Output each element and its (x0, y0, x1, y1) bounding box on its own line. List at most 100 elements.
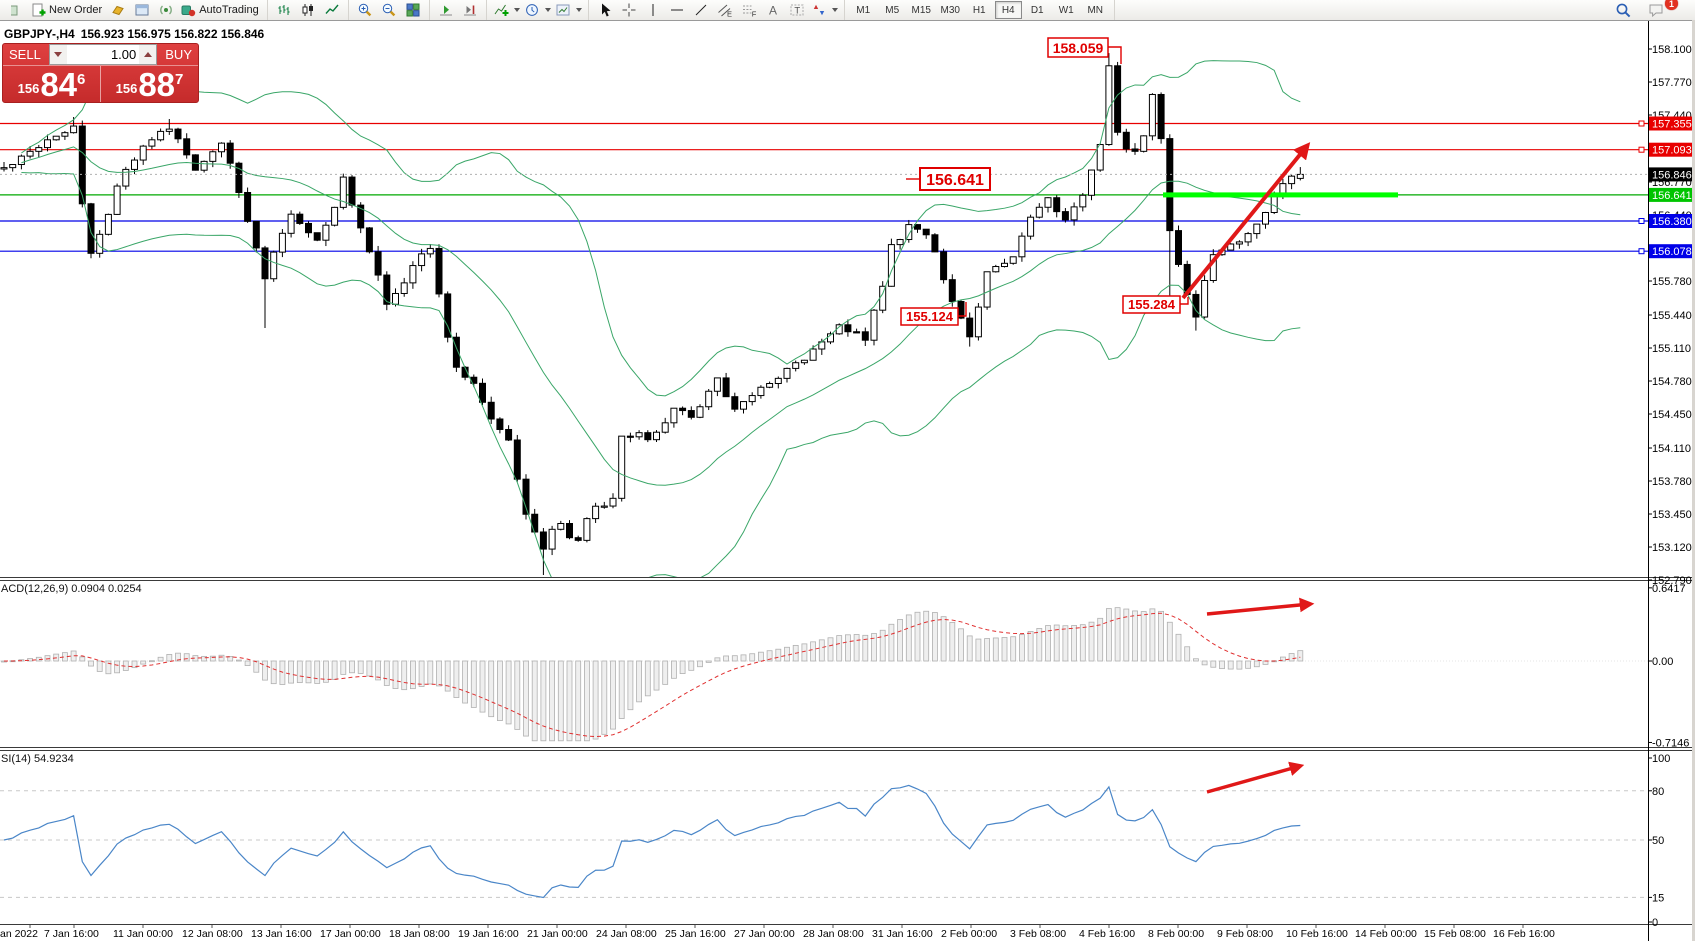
auto-scroll-button[interactable] (434, 1, 458, 19)
toolbar-group-chart-type (268, 0, 349, 20)
timeframe-m1[interactable]: M1 (850, 1, 877, 19)
svg-text:13 Jan 16:00: 13 Jan 16:00 (251, 928, 312, 940)
candlestick-chart-button[interactable] (296, 1, 320, 19)
buy-price[interactable]: 156887 (101, 66, 198, 102)
trend-arrow-macd[interactable] (1207, 604, 1310, 614)
timeframe-d1[interactable]: D1 (1024, 1, 1051, 19)
chart-shift-button[interactable] (458, 1, 482, 19)
triangle-down-icon (54, 52, 62, 57)
timeframe-m30[interactable]: M30 (937, 1, 964, 19)
rsi-levels (0, 791, 1648, 898)
auto-scroll-icon (438, 2, 454, 18)
hline-marker[interactable] (1639, 121, 1644, 126)
svg-text:27 Jan 00:00: 27 Jan 00:00 (734, 928, 795, 940)
templates-button[interactable] (553, 1, 584, 19)
svg-text:156.846: 156.846 (1652, 169, 1692, 181)
toolbar-right: 1 (1611, 1, 1695, 19)
terminal-icon (134, 2, 150, 18)
toolbar-group-zoom (349, 0, 430, 20)
svg-text:154.780: 154.780 (1652, 376, 1692, 388)
trend-arrow-main[interactable] (1183, 146, 1307, 298)
trade-panel-price-row: 156846 156887 (3, 65, 198, 102)
timeframe-m5[interactable]: M5 (879, 1, 906, 19)
svg-text:19 Jan 16:00: 19 Jan 16:00 (458, 928, 519, 940)
svg-text:158.100: 158.100 (1652, 44, 1692, 56)
line-chart-button[interactable] (320, 1, 344, 19)
channel-tool-button[interactable]: E (713, 1, 737, 19)
volume-input[interactable] (67, 45, 139, 64)
trendline-tool-button[interactable] (689, 1, 713, 19)
macd-histogram (0, 608, 1648, 741)
bar-chart-button[interactable] (272, 1, 296, 19)
volume-increase-button[interactable] (139, 45, 156, 64)
text-label-icon: T (789, 2, 805, 18)
autotrading-icon (180, 2, 196, 18)
svg-text:0.00: 0.00 (1652, 656, 1673, 668)
svg-text:3 Feb 08:00: 3 Feb 08:00 (1010, 928, 1066, 940)
svg-text:28 Jan 08:00: 28 Jan 08:00 (803, 928, 864, 940)
text-tool-button[interactable]: A (761, 1, 785, 19)
timeframe-h1[interactable]: H1 (966, 1, 993, 19)
vertical-line-tool-button[interactable] (641, 1, 665, 19)
toolbar-group-indicators (487, 0, 589, 20)
trend-arrows (1183, 146, 1310, 792)
svg-text:155.780: 155.780 (1652, 276, 1692, 288)
market-watch-icon (11, 2, 21, 18)
new-order-button[interactable]: New Order (28, 1, 106, 19)
crosshair-tool-button[interactable] (617, 1, 641, 19)
clock-icon (524, 2, 540, 18)
svg-text:157.355: 157.355 (1652, 119, 1692, 131)
sell-price[interactable]: 156846 (3, 66, 101, 102)
volume-decrease-button[interactable] (50, 45, 67, 64)
timeframe-m15[interactable]: M15 (908, 1, 935, 19)
svg-text:31 Jan 16:00: 31 Jan 16:00 (872, 928, 933, 940)
sell-button[interactable]: SELL (3, 44, 47, 65)
svg-text:24 Jan 08:00: 24 Jan 08:00 (596, 928, 657, 940)
svg-text:153.120: 153.120 (1652, 542, 1692, 554)
horizontal-lines (0, 121, 1648, 254)
toolbar-group-scroll (430, 0, 487, 20)
terminal-button[interactable] (130, 1, 154, 19)
crosshair-icon (621, 2, 637, 18)
indicators-button[interactable] (491, 1, 522, 19)
svg-text:25 Jan 16:00: 25 Jan 16:00 (665, 928, 726, 940)
zoom-out-icon (381, 2, 397, 18)
macd-indicator-label: ACD(12,26,9) 0.0904 0.0254 (1, 583, 142, 595)
svg-text:156.641: 156.641 (1652, 190, 1692, 202)
zoom-in-button[interactable] (353, 1, 377, 19)
sell-price-big-figure: 156 (18, 81, 40, 96)
svg-text:12 Jan 08:00: 12 Jan 08:00 (182, 928, 243, 940)
svg-text:154.450: 154.450 (1652, 409, 1692, 421)
timeframe-h4[interactable]: H4 (995, 1, 1022, 19)
cursor-tool-button[interactable] (593, 1, 617, 19)
signals-button[interactable] (154, 1, 178, 19)
timeframe-mn[interactable]: MN (1082, 1, 1109, 19)
market-watch-stub-icon[interactable] (4, 1, 28, 19)
triangle-up-icon (144, 52, 152, 57)
horizontal-line-tool-button[interactable] (665, 1, 689, 19)
hline-marker[interactable] (1639, 219, 1644, 224)
zoom-out-button[interactable] (377, 1, 401, 19)
new-order-icon (30, 2, 46, 18)
hline-marker[interactable] (1639, 249, 1644, 254)
timeframe-w1[interactable]: W1 (1053, 1, 1080, 19)
buy-button[interactable]: BUY (159, 44, 198, 65)
svg-text:7 Jan 16:00: 7 Jan 16:00 (44, 928, 99, 940)
arrows-tool-button[interactable] (809, 1, 840, 19)
autotrading-button[interactable]: AutoTrading (178, 1, 263, 19)
periods-button[interactable] (522, 1, 553, 19)
trend-arrow-rsi[interactable] (1207, 766, 1300, 792)
hline-marker[interactable] (1639, 147, 1644, 152)
notifications-button[interactable]: 1 (1645, 1, 1669, 19)
svg-text:11 Jan 00:00: 11 Jan 00:00 (113, 928, 173, 940)
green-trend-segment[interactable] (1163, 192, 1398, 197)
chart-canvas[interactable]: 158.059156.641155.124155.284158.100157.7… (0, 20, 1695, 941)
fibonacci-tool-button[interactable]: F (737, 1, 761, 19)
tile-windows-button[interactable] (401, 1, 425, 19)
search-button[interactable] (1611, 1, 1635, 19)
candlestick-chart-icon (300, 2, 316, 18)
svg-text:156.641: 156.641 (926, 172, 984, 189)
metaeditor-button[interactable] (106, 1, 130, 19)
price-axis: 158.100157.770157.440157.110156.770156.4… (1648, 44, 1695, 929)
text-label-tool-button[interactable]: T (785, 1, 809, 19)
